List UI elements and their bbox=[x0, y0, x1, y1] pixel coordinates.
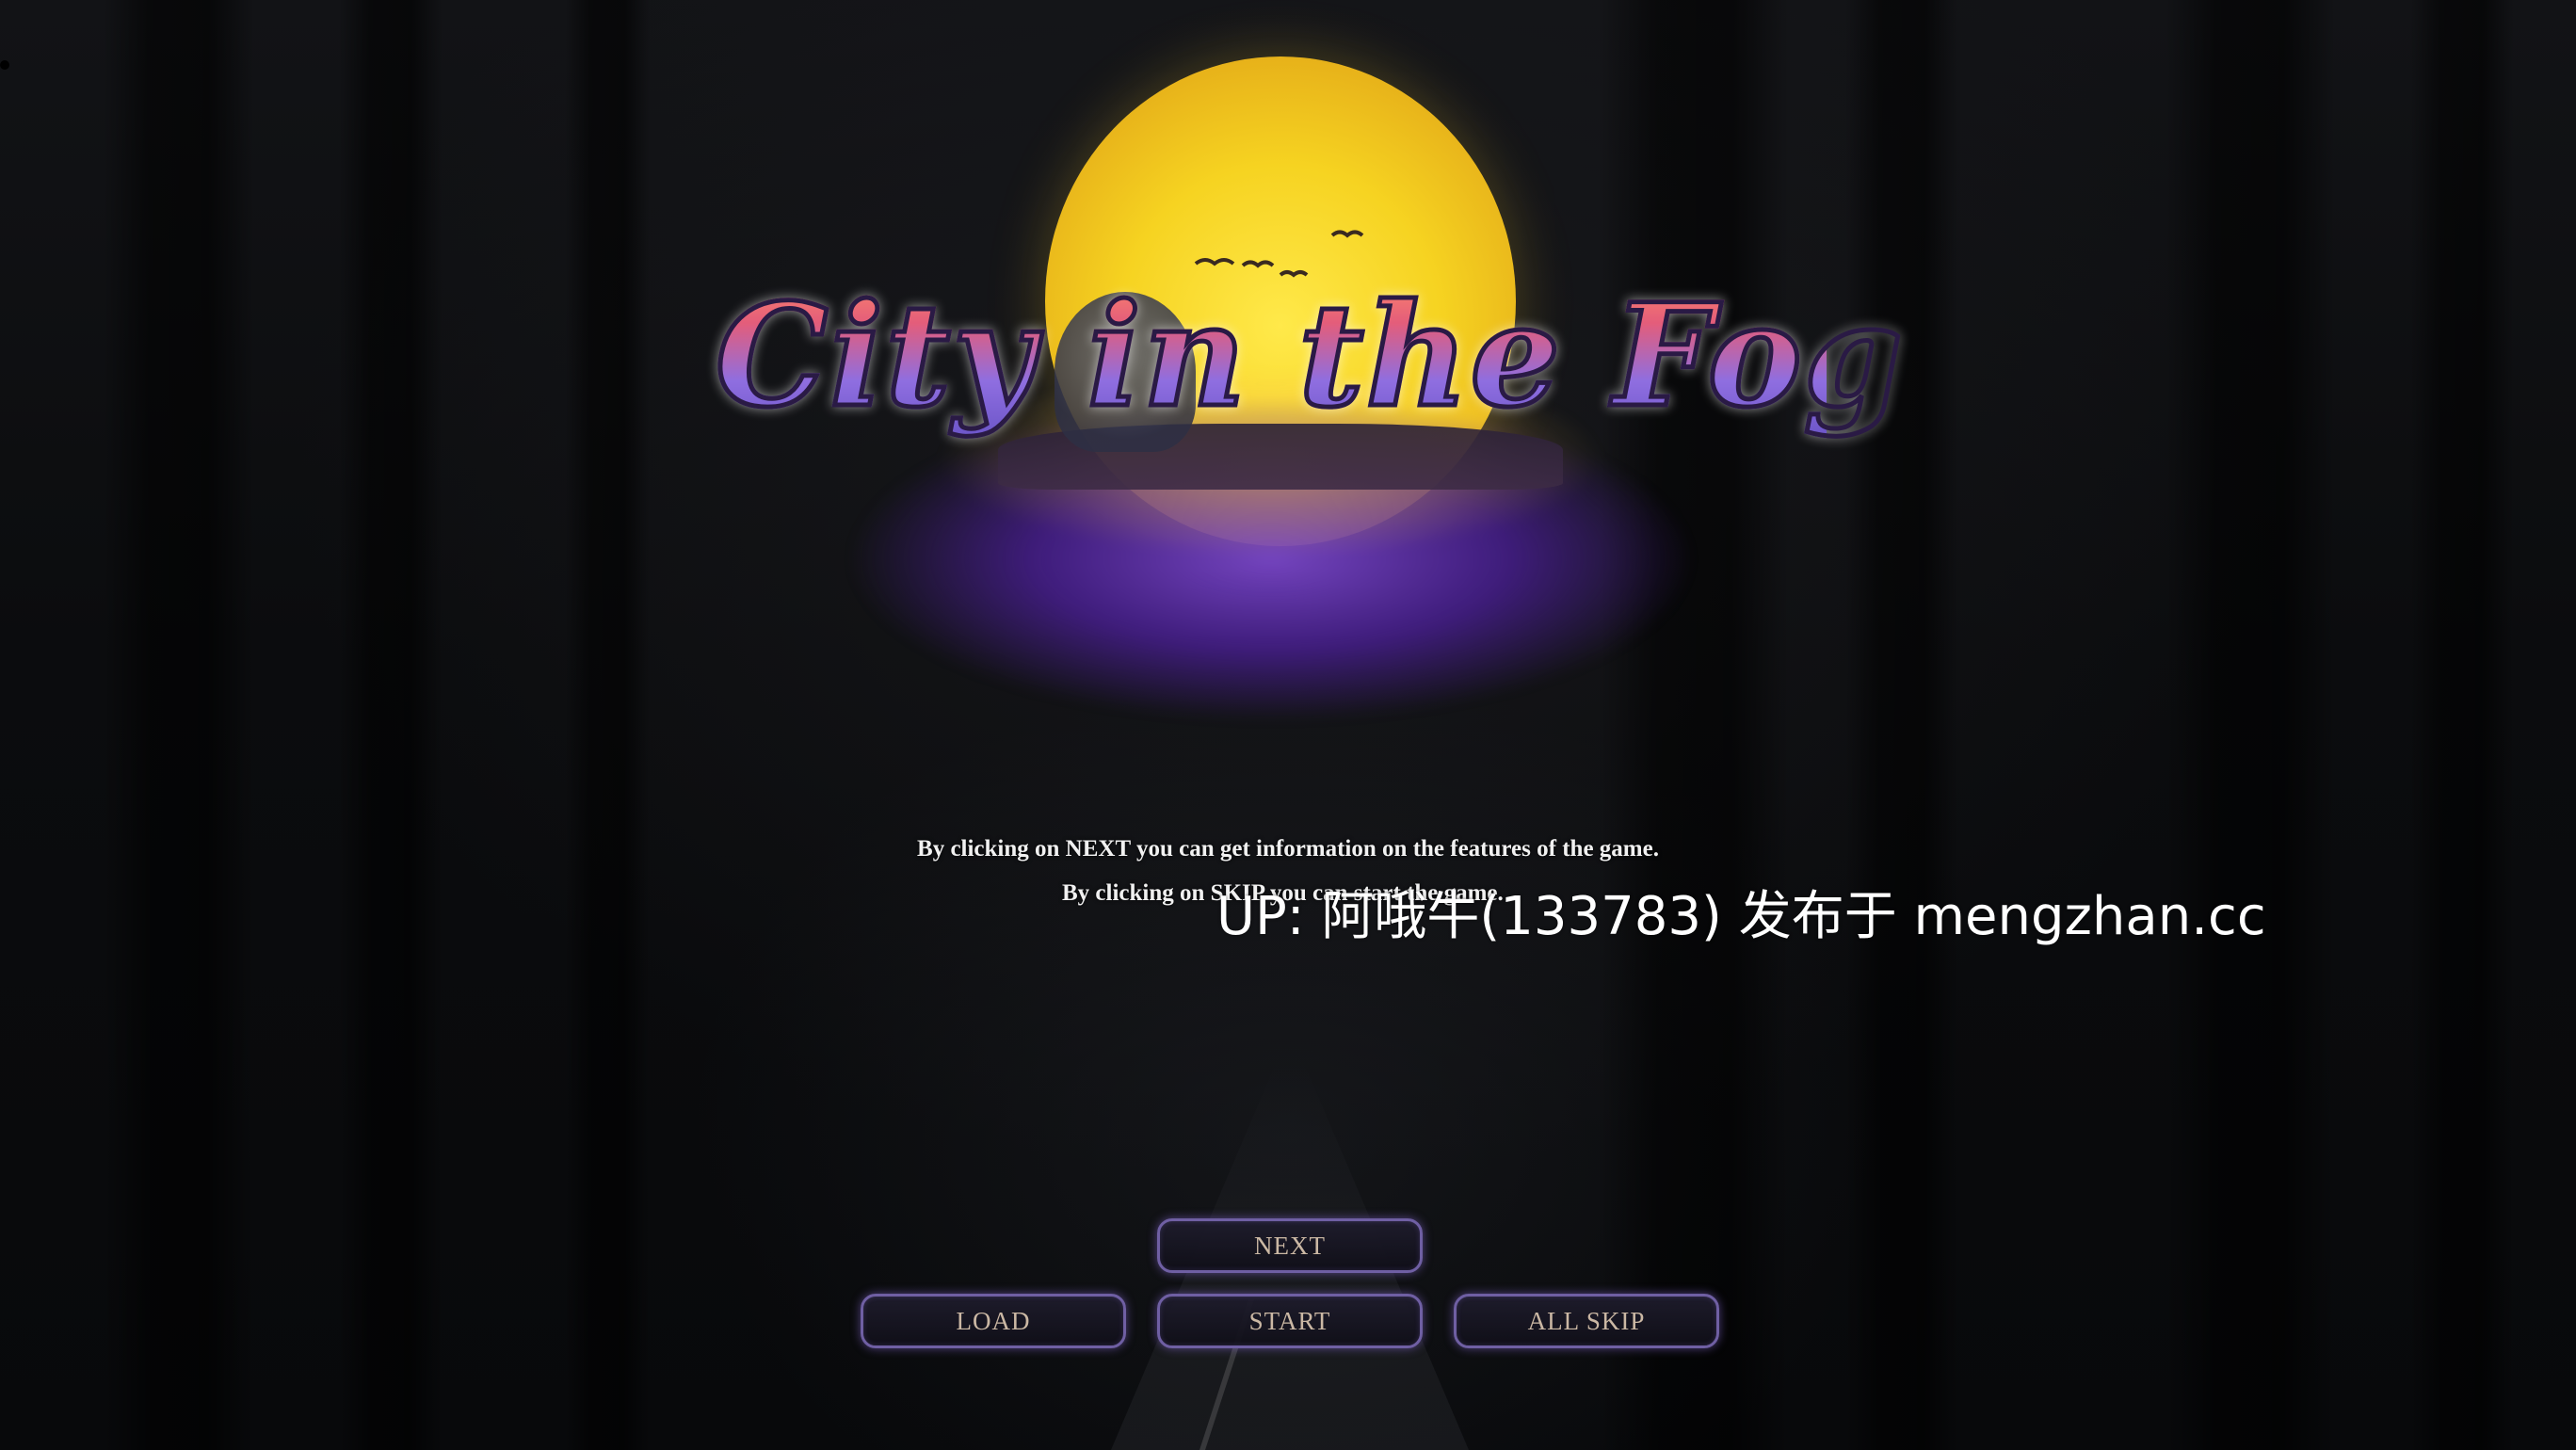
forest-tree bbox=[339, 0, 443, 1450]
next-button[interactable]: NEXT bbox=[1157, 1218, 1423, 1273]
forest-tree bbox=[2410, 0, 2514, 1450]
game-logo: City in the Fog bbox=[714, 38, 1906, 810]
start-button[interactable]: START bbox=[1157, 1294, 1423, 1348]
all-skip-button[interactable]: ALL SKIP bbox=[1454, 1294, 1719, 1348]
forest-tree bbox=[565, 0, 650, 1450]
title-screen: City in the Fog By clicking on NEXT you … bbox=[0, 0, 2576, 1450]
load-button[interactable]: LOAD bbox=[861, 1294, 1126, 1348]
forest-tree bbox=[2165, 0, 2335, 1450]
forest-tree bbox=[104, 0, 254, 1450]
logo-title: City in the Fog bbox=[714, 271, 1906, 442]
watermark: UP: 阿哦牛(133783) 发布于 mengzhan.cc bbox=[1216, 886, 2266, 947]
corner-dot bbox=[0, 60, 9, 70]
forest-tree bbox=[1845, 0, 1958, 1450]
instruction-next: By clicking on NEXT you can get informat… bbox=[917, 836, 1659, 862]
